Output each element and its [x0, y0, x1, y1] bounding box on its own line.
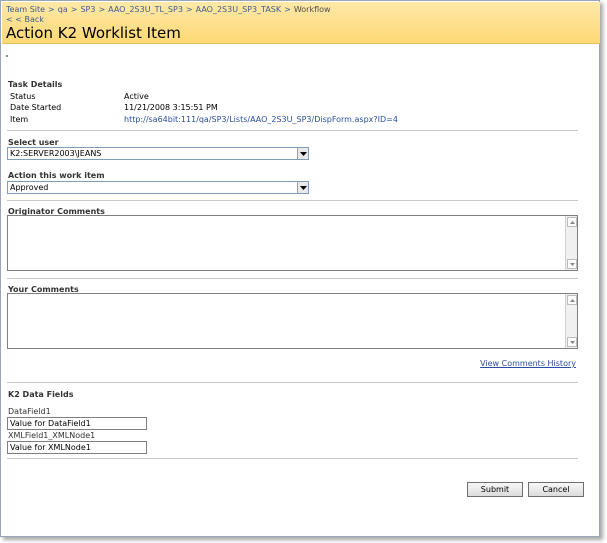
task-details-heading: Task Details — [8, 80, 63, 89]
chevron-down-icon[interactable] — [297, 182, 308, 193]
breadcrumb: Team Site > qa > SP3 > AAO_2S3U_TL_SP3 > AAO_2S3… — [6, 5, 331, 14]
chevron-down-icon[interactable] — [297, 148, 308, 159]
action-work-item-dropdown[interactable]: Approved — [7, 181, 309, 194]
scroll-up-icon[interactable] — [567, 217, 577, 227]
select-user-value: K2:SERVER2003\JEANS — [10, 149, 102, 158]
select-user-dropdown[interactable]: K2:SERVER2003\JEANS — [7, 147, 309, 160]
breadcrumb-tl-sp3[interactable]: AAO_2S3U_TL_SP3 — [108, 5, 183, 14]
breadcrumb-workflow: Workflow — [293, 5, 331, 14]
datafield1-label: DataField1 — [8, 407, 51, 416]
k2-data-fields-heading: K2 Data Fields — [8, 390, 74, 399]
back-link[interactable]: < < Back — [6, 15, 44, 24]
breadcrumb-separator: > — [185, 5, 193, 14]
xmlfield1-label: XMLField1_XMLNode1 — [8, 431, 96, 440]
divider — [7, 382, 578, 383]
breadcrumb-separator: > — [48, 5, 55, 14]
decorative-dot — [6, 55, 8, 57]
divider — [7, 200, 578, 201]
scroll-down-icon[interactable] — [567, 337, 577, 347]
action-work-item-label: Action this work item — [8, 171, 105, 180]
breadcrumb-team-site[interactable]: Team Site — [6, 5, 45, 14]
date-started-value: 11/21/2008 3:15:51 PM — [124, 103, 218, 112]
breadcrumb-qa[interactable]: qa — [58, 5, 68, 14]
page-title: Action K2 Worklist Item — [6, 24, 181, 42]
scrollbar[interactable] — [565, 294, 577, 348]
datafield1-input[interactable]: Value for DataField1 — [7, 417, 147, 430]
scroll-down-icon[interactable] — [567, 259, 577, 269]
breadcrumb-separator: > — [284, 5, 291, 14]
item-link[interactable]: http://sa64bit:111/qa/SP3/Lists/AAO_2S3U… — [124, 115, 398, 124]
scroll-up-icon[interactable] — [567, 295, 577, 305]
divider — [7, 130, 578, 131]
view-comments-history-link[interactable]: View Comments History — [480, 359, 576, 368]
date-started-label: Date Started — [10, 103, 62, 112]
breadcrumb-sp3[interactable]: SP3 — [80, 5, 95, 14]
status-value: Active — [124, 92, 149, 101]
originator-comments-textarea[interactable] — [7, 215, 578, 271]
divider — [7, 278, 578, 279]
divider — [7, 458, 578, 459]
cancel-button[interactable]: Cancel — [528, 482, 584, 497]
item-label: Item — [10, 115, 29, 124]
window-frame: Team Site > qa > SP3 > AAO_2S3U_TL_SP3 > AAO_2S3… — [0, 0, 600, 537]
breadcrumb-sp3-task[interactable]: AAO_2S3U_SP3_TASK — [196, 5, 282, 14]
xmlfield1-input[interactable]: Value for XMLNode1 — [7, 441, 147, 454]
action-work-item-value: Approved — [10, 183, 49, 192]
status-label: Status — [10, 92, 36, 101]
your-comments-textarea[interactable] — [7, 293, 578, 349]
submit-button[interactable]: Submit — [467, 482, 523, 497]
page-header: Team Site > qa > SP3 > AAO_2S3U_TL_SP3 > AAO_2S3… — [2, 2, 600, 44]
scrollbar[interactable] — [565, 216, 577, 270]
select-user-label: Select user — [8, 138, 59, 147]
breadcrumb-separator: > — [70, 5, 78, 14]
breadcrumb-separator: > — [98, 5, 106, 14]
